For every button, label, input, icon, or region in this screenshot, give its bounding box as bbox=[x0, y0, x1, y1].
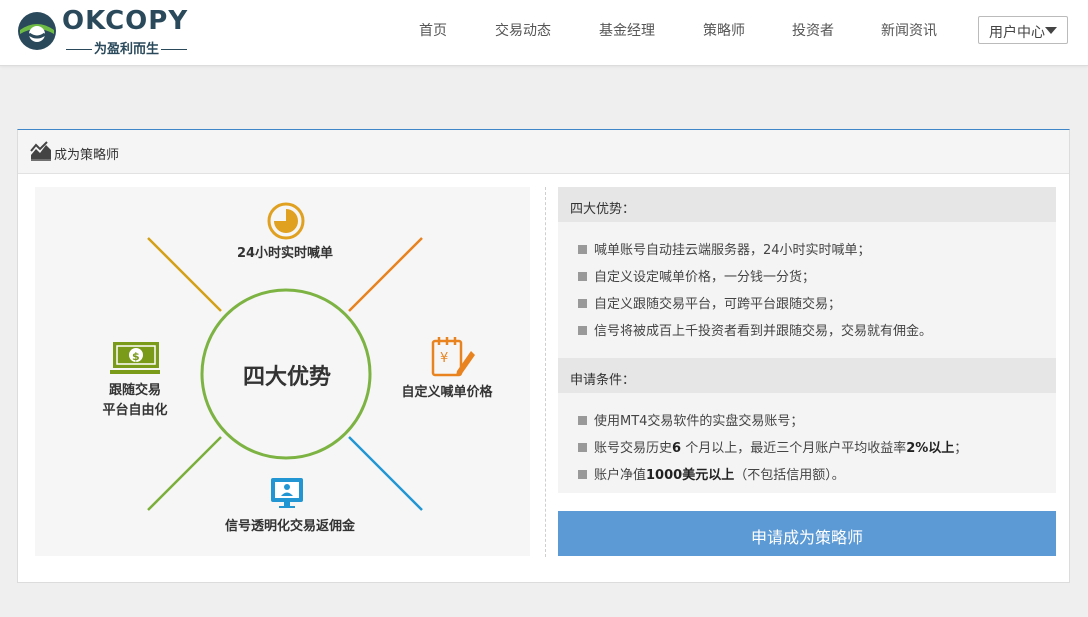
bullet-square-icon bbox=[578, 299, 587, 308]
condition-text: 账户净值 bbox=[594, 468, 647, 483]
money-bill-icon: $ bbox=[110, 342, 160, 374]
okcopy-logo-icon bbox=[18, 12, 56, 50]
advantage-text: 自定义设定喊单价格，一分钱一分货； bbox=[594, 270, 816, 285]
diagram-center-title: 四大优势 bbox=[242, 365, 331, 390]
list-item: 使用MT4交易软件的实盘交易账号； bbox=[578, 410, 803, 429]
diagram-line-bottom-left bbox=[147, 436, 222, 511]
conditions-list: 使用MT4交易软件的实盘交易账号； 账号交易历史6 个月以上，最近三个月账户平均… bbox=[558, 393, 1056, 493]
user-center-dropdown[interactable]: 用户中心 bbox=[978, 16, 1068, 44]
condition-emphasis: 6 bbox=[672, 441, 682, 456]
clock-icon bbox=[267, 202, 305, 240]
list-item: 账户净值1000美元以上（不包括信用额）。 bbox=[578, 464, 845, 483]
svg-text:¥: ¥ bbox=[440, 351, 448, 366]
brand-name: OKCOPY bbox=[62, 6, 189, 36]
condition-emphasis: 1000美元以上 bbox=[646, 468, 735, 483]
diagram-line-top-left bbox=[147, 237, 222, 312]
advantages-list: 喊单账号自动挂云端服务器，24小时实时喊单； 自定义设定喊单价格，一分钱一分货；… bbox=[558, 222, 1056, 358]
diagram-label-bottom: 信号透明化交易返佣金 bbox=[224, 519, 355, 534]
bullet-square-icon bbox=[578, 326, 587, 335]
advantage-text: 信号将被成百上千投资者看到并跟随交易，交易就有佣金。 bbox=[594, 324, 933, 339]
bullet-square-icon bbox=[578, 416, 587, 425]
panel-title: 成为策略师 bbox=[54, 148, 120, 163]
nav-news[interactable]: 新闻资讯 bbox=[881, 20, 937, 40]
conditions-heading: 申请条件： bbox=[558, 358, 1056, 393]
bullet-square-icon bbox=[578, 272, 587, 281]
panel-header: 成为策略师 bbox=[18, 130, 1069, 174]
condition-text: 使用MT4交易软件的实盘交易账号； bbox=[594, 414, 804, 429]
nav-home[interactable]: 首页 bbox=[419, 20, 447, 40]
diagram-line-top-right bbox=[348, 237, 423, 312]
monitor-user-icon bbox=[271, 478, 303, 508]
condition-text: ； bbox=[954, 441, 968, 456]
list-item: 信号将被成百上千投资者看到并跟随交易，交易就有佣金。 bbox=[578, 320, 932, 339]
nav-fund-manager[interactable]: 基金经理 bbox=[599, 20, 655, 40]
bullet-square-icon bbox=[578, 443, 587, 452]
nav-investor[interactable]: 投资者 bbox=[792, 20, 834, 40]
nav-trade-activity[interactable]: 交易动态 bbox=[495, 20, 551, 40]
diagram-label-left-1: 跟随交易 bbox=[108, 383, 161, 398]
site-header: OKCOPY 为盈利而生 首页 交易动态 基金经理 策略师 投资者 新闻资讯 用… bbox=[0, 0, 1088, 66]
advantage-text: 喊单账号自动挂云端服务器，24小时实时喊单； bbox=[594, 243, 871, 258]
list-item: 喊单账号自动挂云端服务器，24小时实时喊单； bbox=[578, 239, 871, 258]
price-edit-icon: ¥ bbox=[431, 337, 475, 377]
brand-slogan-text: 为盈利而生 bbox=[94, 42, 160, 57]
advantages-diagram: ¥ $ 四大优势 24小时实时喊单 自定义喊单价格 信号透明化交易返佣金 跟随交… bbox=[35, 187, 530, 556]
list-item: 自定义跟随交易平台，可跨平台跟随交易； bbox=[578, 293, 841, 312]
nav-strategist[interactable]: 策略师 bbox=[703, 20, 745, 40]
bullet-square-icon bbox=[578, 470, 587, 479]
caret-down-icon bbox=[1045, 27, 1057, 34]
logo[interactable]: OKCOPY 为盈利而生 bbox=[16, 6, 196, 57]
list-item: 自定义设定喊单价格，一分钱一分货； bbox=[578, 266, 815, 285]
condition-text: （不包括信用额）。 bbox=[734, 468, 845, 483]
condition-emphasis: 2%以上 bbox=[906, 441, 955, 456]
advantages-heading: 四大优势： bbox=[558, 187, 1056, 222]
condition-text: 账号交易历史 bbox=[594, 441, 673, 456]
strategist-panel: 成为策略师 ¥ $ 四大优势 24小时实时喊单 自定义喊单价格 信号透明化交易返… bbox=[17, 129, 1070, 583]
diagram-line-bottom-right bbox=[348, 436, 423, 511]
vertical-divider bbox=[545, 187, 546, 557]
diagram-label-right: 自定义喊单价格 bbox=[401, 385, 493, 400]
bullet-square-icon bbox=[578, 245, 587, 254]
diagram-label-left-2: 平台自由化 bbox=[102, 403, 168, 418]
list-item: 账号交易历史6 个月以上，最近三个月账户平均收益率2%以上； bbox=[578, 437, 967, 456]
apply-strategist-button[interactable]: 申请成为策略师 bbox=[558, 511, 1056, 556]
diagram-label-top: 24小时实时喊单 bbox=[236, 246, 334, 261]
svg-text:$: $ bbox=[132, 350, 140, 363]
trend-chart-icon bbox=[30, 141, 51, 161]
user-center-label: 用户中心 bbox=[989, 25, 1045, 41]
advantage-text: 自定义跟随交易平台，可跨平台跟随交易； bbox=[594, 297, 842, 312]
condition-text: 个月以上，最近三个月账户平均收益率 bbox=[681, 441, 907, 456]
brand-slogan: 为盈利而生 bbox=[64, 38, 189, 57]
